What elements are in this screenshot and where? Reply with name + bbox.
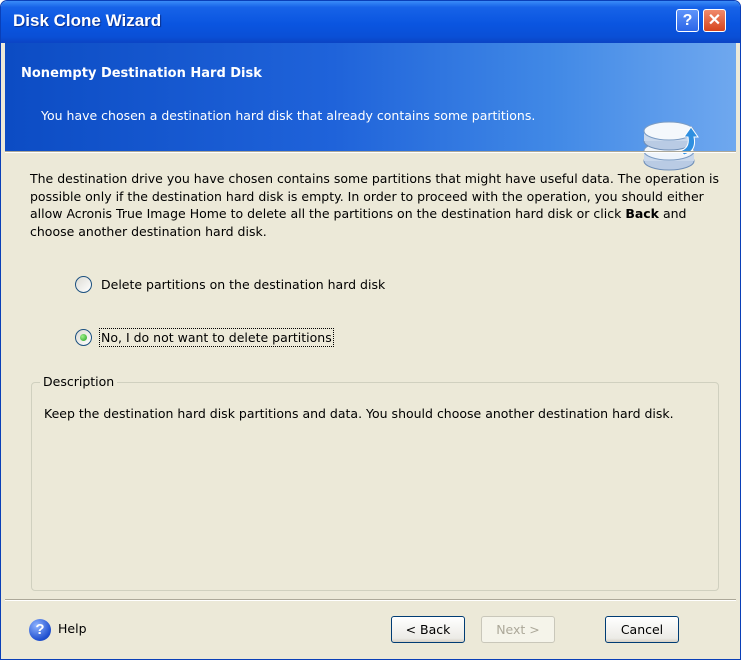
help-icon[interactable]: ? (29, 619, 51, 641)
close-button[interactable]: ✕ (703, 9, 726, 32)
help-link[interactable]: Help (58, 621, 87, 636)
radio-circle-selected[interactable] (75, 329, 92, 346)
wizard-content: The destination drive you have chosen co… (5, 153, 736, 599)
back-emphasis: Back (625, 206, 659, 221)
window-title: Disk Clone Wizard (13, 11, 162, 30)
title-bar[interactable]: Disk Clone Wizard ? ✕ (1, 1, 740, 43)
intro-text: The destination drive you have chosen co… (30, 171, 719, 239)
radio-circle[interactable] (75, 276, 92, 293)
header-banner: Nonempty Destination Hard Disk You have … (5, 43, 736, 171)
description-legend: Description (40, 374, 118, 389)
next-button[interactable]: Next > (481, 616, 555, 643)
banner-title: Nonempty Destination Hard Disk (21, 66, 262, 81)
description-text: Keep the destination hard disk partition… (44, 406, 674, 421)
wizard-footer: ? Help < Back Next > Cancel (5, 601, 736, 659)
radio-keep-partitions[interactable]: No, I do not want to delete partitions (75, 328, 334, 347)
title-help-button[interactable]: ? (676, 9, 699, 32)
radio-label[interactable]: Delete partitions on the destination har… (101, 277, 385, 292)
back-button[interactable]: < Back (391, 616, 465, 643)
radio-label[interactable]: No, I do not want to delete partitions (99, 328, 334, 347)
radio-delete-partitions[interactable]: Delete partitions on the destination har… (75, 276, 385, 293)
cancel-button[interactable]: Cancel (605, 616, 679, 643)
disk-clone-wizard-window: Disk Clone Wizard ? ✕ Nonempty Destinati… (0, 0, 741, 660)
description-group: Description Keep the destination hard di… (31, 374, 719, 591)
banner-subtitle: You have chosen a destination hard disk … (41, 108, 536, 123)
